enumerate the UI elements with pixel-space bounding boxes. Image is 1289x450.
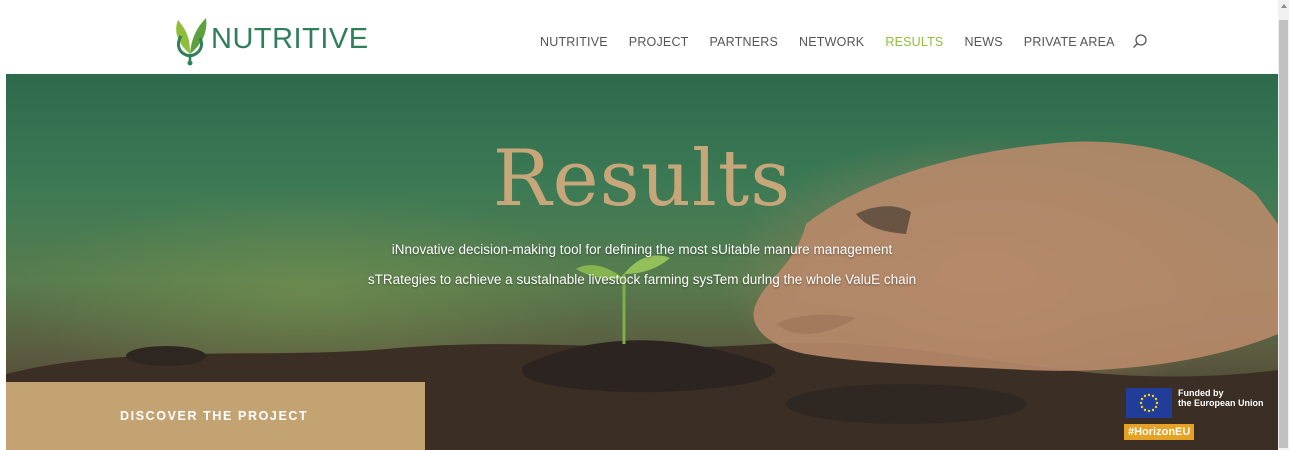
hero-banner: Results iNnovative decision-making tool …	[6, 74, 1278, 450]
eu-funded-line-2: the European Union	[1178, 398, 1264, 408]
scroll-thumb[interactable]	[1279, 20, 1288, 448]
discover-project-label: DISCOVER THE PROJECT	[120, 409, 309, 423]
scroll-up-icon[interactable]	[1281, 4, 1287, 8]
nav-item-nutritive[interactable]: NUTRITIVE	[540, 35, 608, 49]
search-icon[interactable]	[1132, 33, 1148, 49]
horizon-eu-tag: #HorizonEU	[1124, 424, 1195, 440]
nav-item-network[interactable]: NETWORK	[799, 35, 864, 49]
nav-item-partners[interactable]: PARTNERS	[710, 35, 779, 49]
nav-item-news[interactable]: NEWS	[964, 35, 1002, 49]
eu-funded-line-1: Funded by	[1178, 388, 1224, 398]
nav-item-results[interactable]: RESULTS	[885, 35, 943, 49]
site-logo[interactable]: NUTRITIVE	[170, 10, 369, 66]
leaf-logo-icon	[176, 18, 207, 66]
logo-text: NUTRITIVE	[211, 22, 369, 55]
discover-project-button[interactable]: DISCOVER THE PROJECT	[6, 382, 425, 450]
eu-funding-badge: Funded by the European Union #HorizonEU	[1124, 386, 1274, 446]
eu-flag-icon	[1126, 388, 1172, 418]
site-header: NUTRITIVE NUTRITIVE PROJECT PARTNERS NET…	[0, 0, 1278, 74]
hero-subtitle-line-2: sTRategies to achieve a sustalnable live…	[367, 272, 917, 287]
hero-subtitle-line-1: iNnovative decision-making tool for defi…	[391, 242, 893, 257]
page-scrollbar[interactable]	[1278, 0, 1289, 450]
nav-item-private-area[interactable]: PRIVATE AREA	[1024, 35, 1115, 49]
hero-title: Results	[492, 134, 792, 224]
main-nav: NUTRITIVE PROJECT PARTNERS NETWORK RESUL…	[540, 34, 1148, 49]
eu-funded-text: Funded by the European Union	[1178, 388, 1264, 408]
nav-item-project[interactable]: PROJECT	[629, 35, 689, 49]
